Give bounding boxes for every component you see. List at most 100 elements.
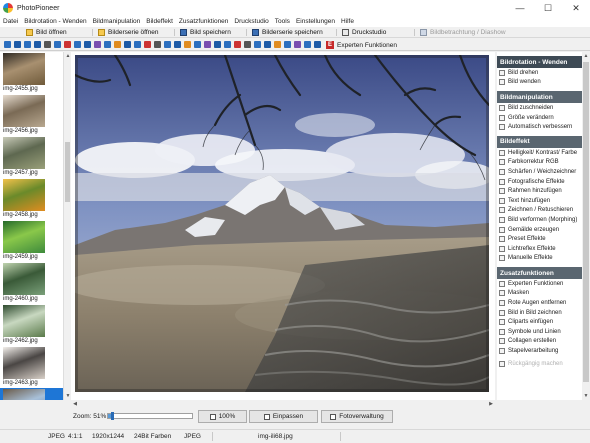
tool-icon[interactable] [14, 41, 21, 48]
tool-icon[interactable] [44, 41, 51, 48]
function-panel-scrollbar[interactable]: ▲ ▼ [582, 52, 590, 400]
function-item[interactable]: Bild in Bild zeichnen [497, 308, 582, 318]
function-item[interactable]: Bild drehen [497, 68, 582, 78]
print-studio-button[interactable]: Druckstudio [342, 28, 386, 37]
zoom-knob[interactable] [111, 412, 115, 420]
tool-icon[interactable] [314, 41, 321, 48]
tool-icon[interactable] [134, 41, 141, 48]
maximize-button[interactable]: ☐ [534, 0, 562, 16]
tool-icon[interactable] [204, 41, 211, 48]
function-item[interactable]: Fotografische Effekte [497, 177, 582, 187]
tool-icon[interactable] [114, 41, 121, 48]
menu-bildrotation[interactable]: Bildrotation - Wenden [24, 18, 86, 25]
thumbnail-item[interactable]: img-2458.jpg [0, 178, 63, 220]
function-item[interactable]: Text hinzufügen [497, 196, 582, 206]
tool-icon[interactable] [184, 41, 191, 48]
scroll-thumb[interactable] [65, 142, 70, 202]
thumbnail-item[interactable]: img-2456.jpg [0, 94, 63, 136]
function-item[interactable]: Gemälde erzeugen [497, 225, 582, 235]
expert-functions-button[interactable]: E Experten Funktionen [326, 40, 397, 50]
function-item[interactable]: Größe verändern [497, 113, 582, 123]
tool-icon[interactable] [274, 41, 281, 48]
function-item[interactable]: Collagen erstellen [497, 337, 582, 347]
function-item[interactable]: Symbole und Linien [497, 327, 582, 337]
function-item[interactable]: Automatisch verbessern [497, 122, 582, 132]
zoom-100-button[interactable]: 100% [198, 410, 247, 423]
tool-icon[interactable] [264, 41, 271, 48]
function-item[interactable]: Bild wenden [497, 78, 582, 88]
function-item[interactable]: Manuelle Effekte [497, 254, 582, 264]
function-item[interactable]: Stapelverarbeitung [497, 346, 582, 356]
thumbnail-item[interactable]: img-2459.jpg [0, 220, 63, 262]
tool-icon[interactable] [304, 41, 311, 48]
section-header[interactable]: Bildmanipulation [497, 91, 582, 104]
thumbnail-item[interactable]: img-2460.jpg [0, 262, 63, 304]
tool-icon[interactable] [74, 41, 81, 48]
tool-icon[interactable] [154, 41, 161, 48]
save-image-button[interactable]: Bild speichern [180, 28, 231, 37]
zoom-slider[interactable] [107, 412, 193, 420]
menu-bildmanipulation[interactable]: Bildmanipulation [93, 18, 141, 25]
function-item[interactable]: Zeichnen / Retuschieren [497, 206, 582, 216]
photo-manager-button[interactable]: Fotoverwaltung [321, 410, 393, 423]
open-image-button[interactable]: Bild öffnen [26, 28, 67, 37]
function-item[interactable]: Farbkorrektur RGB [497, 158, 582, 168]
tool-icon[interactable] [104, 41, 111, 48]
tool-icon[interactable] [124, 41, 131, 48]
save-series-button[interactable]: Bilderserie speichern [252, 28, 323, 37]
menu-tools[interactable]: Tools [275, 18, 290, 25]
thumbnail-item[interactable]: img-2464.jpg [0, 388, 63, 400]
function-item[interactable]: Rahmen hinzufügen [497, 186, 582, 196]
menu-einstellungen[interactable]: Einstellungen [296, 18, 335, 25]
function-item[interactable]: Masken [497, 289, 582, 299]
tool-icon[interactable] [284, 41, 291, 48]
thumbnail-item[interactable]: img-2455.jpg [0, 52, 63, 94]
function-item[interactable]: Bild zuschneiden [497, 103, 582, 113]
thumbnail-item[interactable]: img-2463.jpg [0, 346, 63, 388]
scroll-thumb[interactable] [583, 62, 589, 382]
thumbnail-item[interactable]: img-2462.jpg [0, 304, 63, 346]
tool-icon[interactable] [224, 41, 231, 48]
close-button[interactable]: ✕ [562, 0, 590, 16]
fit-button[interactable]: Einpassen [249, 410, 318, 423]
undo-item[interactable]: Rückgängig machen [497, 359, 582, 369]
slideshow-button[interactable]: Bildbetrachtung / Diashow [420, 28, 506, 37]
tool-icon[interactable] [234, 41, 241, 48]
tool-icon[interactable] [4, 41, 11, 48]
menu-hilfe[interactable]: Hilfe [341, 18, 354, 25]
section-header[interactable]: Zusatzfunktionen [497, 267, 582, 280]
function-item[interactable]: Schärfen / Weichzeichner [497, 167, 582, 177]
tool-icon[interactable] [144, 41, 151, 48]
tool-icon[interactable] [244, 41, 251, 48]
image-viewer[interactable] [71, 52, 495, 400]
menu-zusatzfunktionen[interactable]: Zusatzfunktionen [179, 18, 229, 25]
function-item[interactable]: Cliparts einfügen [497, 317, 582, 327]
tool-icon[interactable] [84, 41, 91, 48]
tool-icon[interactable] [174, 41, 181, 48]
scroll-down-icon[interactable]: ▼ [582, 392, 590, 400]
minimize-button[interactable]: — [506, 0, 534, 16]
tool-icon[interactable] [194, 41, 201, 48]
thumbnail-item[interactable]: img-2457.jpg [0, 136, 63, 178]
scroll-right-icon[interactable]: ▶ [487, 400, 495, 408]
open-series-button[interactable]: Bilderserie öffnen [98, 28, 158, 37]
tool-icon[interactable] [64, 41, 71, 48]
menu-bildeffekt[interactable]: Bildeffekt [146, 18, 173, 25]
tool-icon[interactable] [54, 41, 61, 48]
viewer-scrollbar[interactable]: ◀ ▶ [71, 400, 495, 408]
thumbnail-scrollbar[interactable]: ▲ ▼ [63, 52, 71, 400]
function-item[interactable]: Helligkeit/ Kontrast/ Farbe [497, 148, 582, 158]
tool-icon[interactable] [254, 41, 261, 48]
function-item[interactable]: Rote Augen entfernen [497, 298, 582, 308]
menu-druckstudio[interactable]: Druckstudio [234, 18, 268, 25]
tool-icon[interactable] [34, 41, 41, 48]
scroll-left-icon[interactable]: ◀ [71, 400, 79, 408]
function-item[interactable]: Experten Funktionen [497, 279, 582, 289]
section-header[interactable]: Bildeffekt [497, 135, 582, 148]
section-header[interactable]: Bildrotation - Wenden [497, 56, 582, 68]
tool-icon[interactable] [294, 41, 301, 48]
tool-icon[interactable] [164, 41, 171, 48]
function-item[interactable]: Bild verformen (Morphing) [497, 215, 582, 225]
function-item[interactable]: Preset Effekte [497, 234, 582, 244]
tool-icon[interactable] [214, 41, 221, 48]
